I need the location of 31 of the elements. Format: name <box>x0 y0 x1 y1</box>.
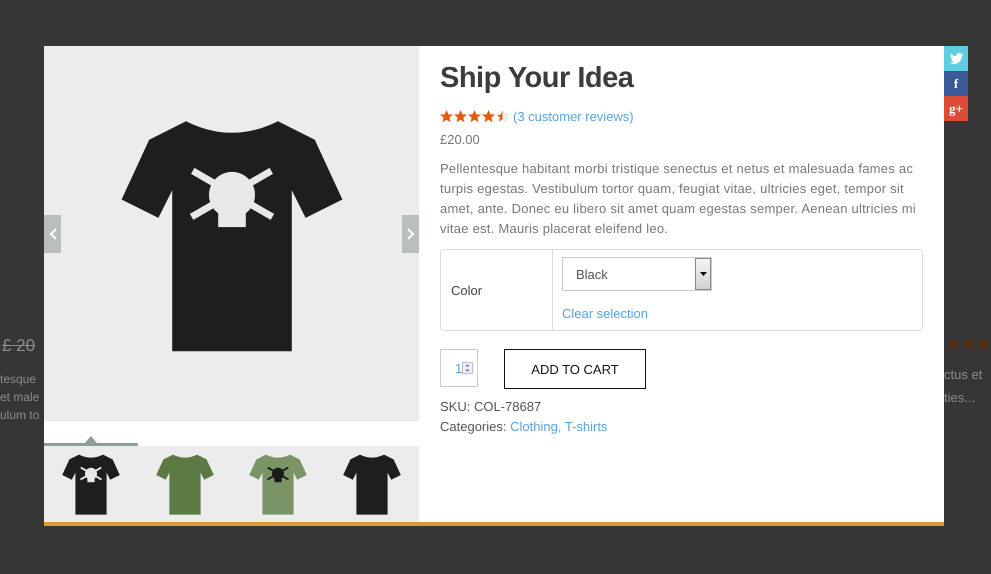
background-text: ulum to <box>0 408 40 422</box>
spinner-icon <box>462 360 473 376</box>
chevron-left-icon <box>48 228 56 240</box>
reviews-link[interactable]: (3 customer reviews) <box>513 109 634 124</box>
category-link[interactable]: T-shirts <box>564 419 608 434</box>
star-icon <box>468 110 481 123</box>
color-select[interactable]: Black <box>562 257 712 291</box>
star-icon <box>496 110 509 123</box>
categories-label: Categories: <box>440 419 506 434</box>
price: £20.00 <box>440 132 481 147</box>
star-icon <box>482 110 495 123</box>
category-link[interactable]: Clothing, <box>510 419 562 434</box>
variation-label: Color <box>441 250 553 330</box>
product-title: Ship Your Idea <box>440 62 635 95</box>
old-price: £ 20 <box>1 336 36 356</box>
sku-text: SKU: COL-78687 <box>440 399 542 414</box>
background-text: ctus et <box>944 367 984 382</box>
star-icon <box>440 110 453 123</box>
background-text: et male <box>0 390 40 404</box>
chevron-right-icon <box>406 228 414 240</box>
background-text: ties... <box>944 390 976 405</box>
facebook-button[interactable]: f <box>944 71 968 96</box>
bird-icon <box>950 53 962 64</box>
google-plus-button[interactable]: g+ <box>944 96 968 121</box>
star-icon <box>454 110 467 123</box>
caret-icon <box>700 272 706 276</box>
background-text: tesque <box>0 372 38 386</box>
clear-selection-link[interactable]: Clear selection <box>562 306 712 321</box>
add-to-cart-button[interactable]: ADD TO CART <box>504 349 646 389</box>
product-description: Pellentesque habitant morbi tristique senectus et netus et malesuada fames ac turpis egestas. Vestibulum tortor quam, feugiat vitae, ultricies eget, tempor sit amet, ante. Donec eu libero sit amet quam egestas semper. Aenean ultricies mi vitae est. Mauris placerat eleifend leo. <box>440 160 917 238</box>
quantity-field[interactable]: 1 <box>440 349 478 387</box>
